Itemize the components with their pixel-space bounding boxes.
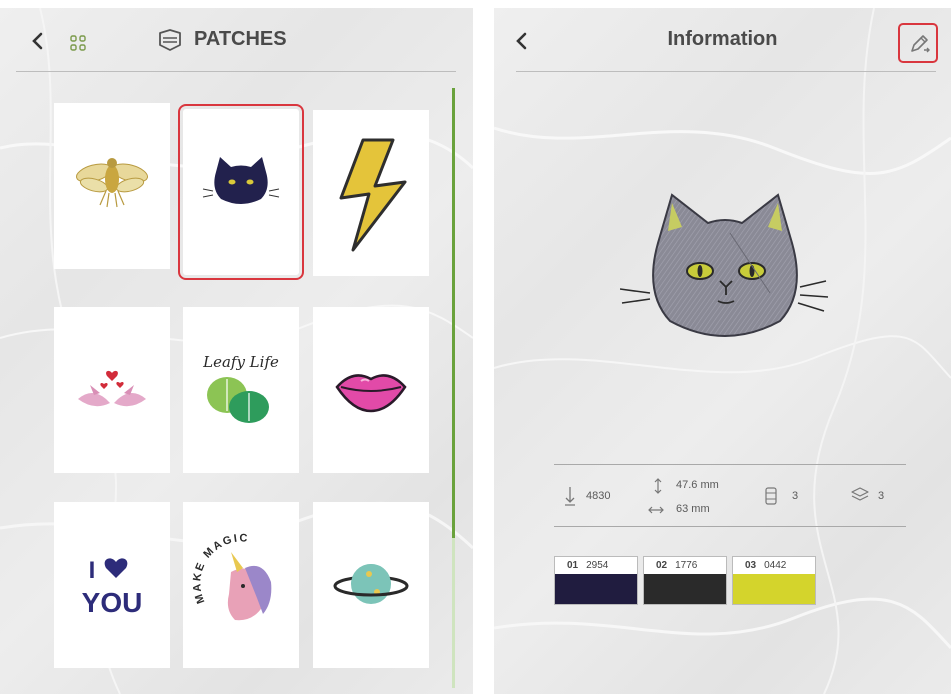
patch-tile-leafy-life[interactable]: Leafy Life <box>183 307 299 473</box>
color-swatch-02[interactable]: 02 1776 <box>643 556 727 605</box>
stitch-count-icon <box>565 487 575 506</box>
patches-panel: PATCHES Leafy Life I YOU MAKE MAGIC <box>0 8 473 694</box>
swatch-code: 2954 <box>586 560 609 571</box>
leafy-life-icon: Leafy Life <box>202 353 279 423</box>
cat-design-preview <box>620 193 829 337</box>
bee-icon <box>75 158 149 208</box>
page-title: PATCHES <box>194 28 287 50</box>
patch-tile-unicorn[interactable]: MAKE MAGIC <box>183 502 299 668</box>
swatch-code: 1776 <box>675 560 698 571</box>
grid-view-icon[interactable] <box>69 34 87 52</box>
cat-icon <box>202 157 280 204</box>
swatch-index: 01 <box>567 560 579 571</box>
patch-tile-i-love-you[interactable]: I YOU <box>54 502 170 668</box>
page-title: Information <box>667 28 778 50</box>
spool-count: 3 <box>792 490 799 502</box>
swatch-index: 03 <box>745 560 757 571</box>
edit-button[interactable] <box>898 23 938 63</box>
swatch-index: 02 <box>656 560 668 571</box>
scrollbar-thumb[interactable] <box>452 88 455 538</box>
planet-icon <box>333 564 409 604</box>
color-swatch-03[interactable]: 03 0442 <box>732 556 816 605</box>
patch-tile-lightning[interactable] <box>313 110 429 276</box>
love-birds-icon <box>78 370 146 407</box>
unicorn-icon: MAKE MAGIC <box>191 532 272 621</box>
you-text: YOU <box>82 587 143 618</box>
swatch-color <box>644 574 726 604</box>
swatch-color <box>555 574 637 604</box>
patch-tile-planet[interactable] <box>313 502 429 668</box>
patch-tile-bee[interactable] <box>54 103 170 269</box>
edit-pencil-icon <box>911 35 930 53</box>
i-love-you-icon: I YOU <box>82 557 143 618</box>
information-panel: Information 4830 47.6 mm 63 mm 3 3 01 29… <box>494 8 951 694</box>
header-divider <box>516 71 936 72</box>
stitch-count: 4830 <box>586 490 611 502</box>
stats-top-divider <box>554 464 906 465</box>
design-height: 47.6 mm <box>676 479 719 491</box>
design-width: 63 mm <box>676 503 710 515</box>
color-swatch-01[interactable]: 01 2954 <box>554 556 638 605</box>
stats-bottom-divider <box>554 526 906 527</box>
thread-spool-icon <box>765 487 777 505</box>
layers-icon <box>851 487 869 501</box>
leafy-life-text: Leafy Life <box>202 353 279 371</box>
patches-header: PATCHES <box>0 8 473 72</box>
i-text: I <box>89 557 96 584</box>
swatch-code: 0442 <box>764 560 787 571</box>
back-arrow-icon[interactable] <box>28 30 48 52</box>
lightning-bolt-icon <box>339 138 407 252</box>
patch-tile-lips[interactable] <box>313 307 429 473</box>
patch-category-icon <box>159 29 181 51</box>
information-header: Information <box>494 8 951 72</box>
patch-tile-love-birds[interactable] <box>54 307 170 473</box>
lips-icon <box>335 374 407 413</box>
width-icon <box>648 506 664 514</box>
header-divider <box>16 71 456 72</box>
height-icon <box>654 478 662 494</box>
layer-count: 3 <box>878 490 885 502</box>
patch-tile-cat[interactable] <box>178 104 304 280</box>
swatch-color <box>733 574 815 604</box>
